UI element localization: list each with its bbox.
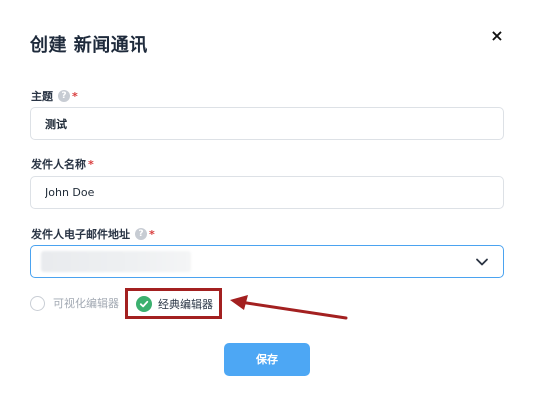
sender-name-input[interactable] (30, 176, 504, 209)
redacted-email-value (41, 251, 191, 272)
required-mark: * (88, 157, 94, 171)
subject-label: 主题 ? * (31, 88, 78, 104)
sender-name-label: 发件人名称 * (31, 156, 94, 172)
required-mark: * (149, 227, 155, 241)
chevron-down-icon[interactable] (475, 255, 489, 269)
visual-editor-label: 可视化编辑器 (53, 297, 119, 310)
subject-input[interactable] (30, 107, 504, 140)
check-circle-icon[interactable] (136, 295, 152, 312)
sender-email-select[interactable] (30, 245, 504, 278)
create-newsletter-dialog: 创建 新闻通讯 × 主题 ? * 发件人名称 * 发件人电子邮件地址 ? * 可… (0, 0, 535, 406)
sender-email-label-text: 发件人电子邮件地址 (31, 228, 130, 241)
visual-editor-option[interactable]: 可视化编辑器 (30, 292, 119, 314)
sender-name-label-text: 发件人名称 (31, 158, 86, 171)
save-button[interactable]: 保存 (224, 343, 310, 376)
sender-email-label: 发件人电子邮件地址 ? * (31, 226, 155, 242)
close-icon[interactable]: × (488, 27, 506, 45)
help-icon[interactable]: ? (58, 90, 70, 102)
annotation-arrow-icon (230, 295, 348, 320)
radio-unchecked-icon[interactable] (30, 295, 45, 311)
subject-label-text: 主题 (31, 90, 53, 103)
classic-editor-option[interactable]: 经典编辑器 (125, 288, 222, 319)
dialog-title: 创建 新闻通讯 (30, 35, 148, 56)
required-mark: * (72, 89, 78, 103)
help-icon[interactable]: ? (135, 228, 147, 240)
classic-editor-label: 经典编辑器 (158, 297, 213, 311)
